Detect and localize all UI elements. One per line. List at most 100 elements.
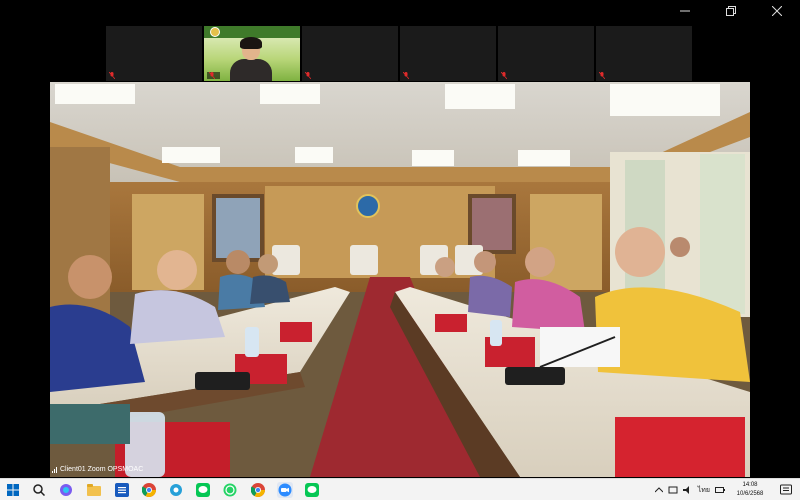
ceiling-light bbox=[610, 84, 720, 116]
notification-button[interactable] bbox=[780, 483, 792, 500]
chrome-2-button[interactable] bbox=[250, 482, 266, 498]
water-bottle bbox=[490, 320, 502, 346]
ceiling-light bbox=[162, 147, 220, 163]
battery-icon[interactable] bbox=[715, 486, 725, 494]
mic-off-icon bbox=[305, 72, 311, 79]
participant-tile[interactable] bbox=[106, 26, 202, 81]
copilot-icon bbox=[60, 484, 72, 496]
person-head bbox=[68, 255, 112, 299]
caption-text: Client01 Zoom OPSMOAC bbox=[60, 466, 144, 473]
mic-off-icon bbox=[109, 72, 115, 79]
person-body bbox=[130, 290, 225, 344]
person-head bbox=[435, 257, 455, 277]
microphone-base bbox=[505, 367, 565, 385]
chrome-button[interactable] bbox=[141, 482, 157, 498]
clock-time: 14:08 bbox=[742, 482, 758, 488]
person-head bbox=[615, 227, 665, 277]
app-icon bbox=[170, 484, 182, 496]
line-icon bbox=[196, 483, 210, 497]
ceiling-light bbox=[295, 147, 333, 163]
ceiling-light bbox=[518, 150, 570, 166]
signal-icon bbox=[52, 466, 57, 473]
video-caption: Client01 Zoom OPSMOAC bbox=[52, 466, 143, 473]
line-icon bbox=[305, 483, 319, 497]
portrait bbox=[472, 198, 512, 250]
copilot-button[interactable] bbox=[58, 482, 74, 498]
network-icon[interactable] bbox=[668, 486, 678, 494]
main-video-feed[interactable] bbox=[50, 82, 750, 477]
word-button[interactable] bbox=[114, 482, 130, 498]
search-button[interactable] bbox=[31, 482, 47, 498]
participant-name-label bbox=[109, 72, 118, 79]
maximize-button[interactable] bbox=[708, 0, 754, 22]
participant-tile[interactable] bbox=[498, 26, 594, 81]
participant-name-label bbox=[501, 72, 510, 79]
minimize-icon bbox=[680, 10, 690, 12]
participant-name-label bbox=[403, 72, 412, 79]
notification-icon bbox=[780, 484, 792, 495]
chair bbox=[350, 245, 378, 275]
participant-tile[interactable] bbox=[596, 26, 692, 81]
person-head bbox=[525, 247, 555, 277]
participant-name-label bbox=[207, 72, 220, 79]
participant-hair bbox=[240, 37, 262, 49]
whatsapp-button[interactable] bbox=[222, 482, 238, 498]
zoom-button[interactable] bbox=[277, 482, 293, 498]
participant-tile-video[interactable] bbox=[204, 26, 300, 81]
water-bottle bbox=[245, 327, 259, 357]
window-glass bbox=[700, 154, 745, 314]
mic-off-icon bbox=[501, 72, 507, 79]
line-button[interactable] bbox=[195, 482, 211, 498]
whatsapp-icon bbox=[223, 483, 237, 497]
chevron-up-icon[interactable] bbox=[654, 487, 663, 493]
windows-logo-icon bbox=[7, 484, 19, 496]
ceiling-light bbox=[445, 84, 515, 109]
ceiling-light bbox=[55, 84, 135, 104]
laptop bbox=[50, 404, 130, 444]
person-body bbox=[50, 304, 145, 392]
mic-off-icon bbox=[209, 72, 215, 79]
logo-icon bbox=[210, 27, 220, 37]
start-button[interactable] bbox=[5, 482, 21, 498]
emblem-icon bbox=[356, 194, 380, 218]
search-icon bbox=[33, 484, 45, 496]
restore-icon bbox=[726, 6, 736, 16]
mic-off-icon bbox=[403, 72, 409, 79]
participant-strip bbox=[106, 26, 694, 81]
app-button[interactable] bbox=[168, 482, 184, 498]
tissue-box bbox=[615, 417, 745, 477]
line-2-button[interactable] bbox=[304, 482, 320, 498]
participant-body bbox=[230, 59, 272, 81]
minimize-button[interactable] bbox=[662, 0, 708, 22]
participant-name-label bbox=[305, 72, 314, 79]
participant-tile[interactable] bbox=[302, 26, 398, 81]
ceiling-light bbox=[412, 150, 454, 166]
meeting-room-scene bbox=[50, 82, 750, 477]
participant-name-label bbox=[599, 72, 608, 79]
close-icon bbox=[772, 6, 782, 16]
person-head bbox=[474, 251, 496, 273]
tissue-box bbox=[280, 322, 312, 342]
file-explorer-button[interactable] bbox=[86, 482, 102, 498]
person-head bbox=[226, 250, 250, 274]
word-icon bbox=[115, 483, 129, 497]
clock[interactable]: 14:08 10/6/2568 bbox=[730, 481, 770, 499]
person-head bbox=[258, 254, 278, 274]
taskbar: ไทย 14:08 10/6/2568 bbox=[0, 478, 800, 500]
input-language[interactable]: ไทย bbox=[698, 485, 710, 496]
chrome-icon bbox=[142, 483, 156, 497]
system-tray: ไทย bbox=[654, 479, 725, 500]
paper-document bbox=[540, 327, 620, 367]
portrait bbox=[216, 198, 260, 258]
volume-icon[interactable] bbox=[682, 486, 693, 494]
ceiling-light bbox=[260, 84, 320, 104]
tissue-box bbox=[435, 314, 467, 332]
window-controls bbox=[662, 0, 800, 22]
participant-tile[interactable] bbox=[400, 26, 496, 81]
mic-off-icon bbox=[599, 72, 605, 79]
close-button[interactable] bbox=[754, 0, 800, 22]
person-head bbox=[670, 237, 690, 257]
chrome-icon bbox=[251, 483, 265, 497]
clock-date: 10/6/2568 bbox=[736, 491, 764, 497]
microphone-base bbox=[195, 372, 250, 390]
